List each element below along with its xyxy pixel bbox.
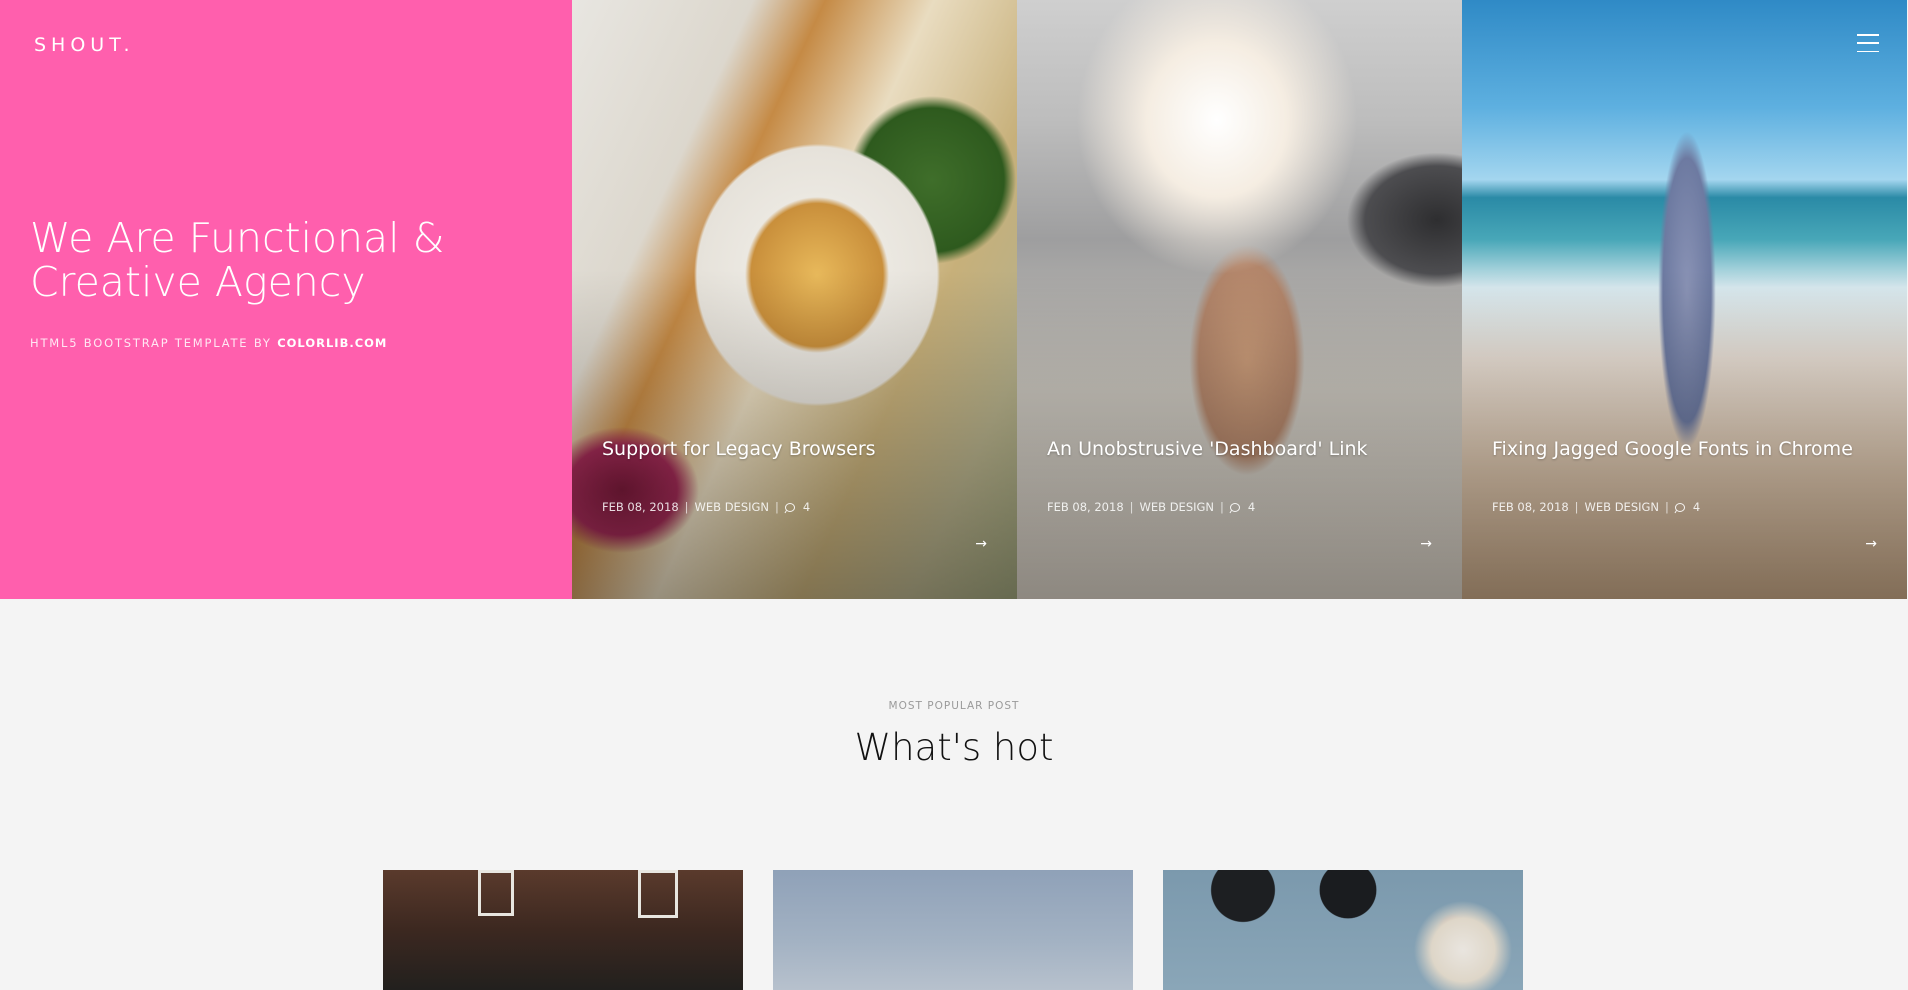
hero-subtitle-text: HTML5 BOOTSTRAP TEMPLATE BY (30, 336, 272, 350)
featured-post-card[interactable]: Fixing Jagged Google Fonts in Chrome FEB… (1462, 0, 1907, 599)
site-logo[interactable]: SHOUT. (34, 34, 135, 56)
meta-divider: | (684, 500, 689, 514)
section-eyebrow: MOST POPULAR POST (888, 700, 1020, 712)
meta-divider: | (1574, 500, 1579, 514)
post-title[interactable]: An Unobstrusive 'Dashboard' Link (1047, 438, 1447, 460)
hero-title: We Are Functional & Creative Agency (30, 214, 445, 306)
hamburger-line (1857, 42, 1879, 44)
post-date: FEB 08, 2018 (1492, 500, 1569, 514)
post-category-link[interactable]: WEB DESIGN (1140, 500, 1215, 514)
hero-section: SHOUT. We Are Functional & Creative Agen… (0, 0, 1908, 599)
post-meta: FEB 08, 2018 | WEB DESIGN | 4 (1047, 500, 1255, 514)
post-category-link[interactable]: WEB DESIGN (695, 500, 770, 514)
hero-subtitle: HTML5 BOOTSTRAP TEMPLATE BY COLORLIB.COM (30, 336, 387, 350)
hamburger-line (1857, 50, 1879, 52)
post-title[interactable]: Fixing Jagged Google Fonts in Chrome (1492, 438, 1892, 460)
post-title[interactable]: Support for Legacy Browsers (602, 438, 1002, 460)
hamburger-line (1857, 34, 1879, 36)
section-title: What's hot (854, 726, 1054, 769)
popular-post-image[interactable] (773, 870, 1133, 990)
hero-intro-panel: SHOUT. We Are Functional & Creative Agen… (0, 0, 572, 599)
colorlib-link[interactable]: COLORLIB.COM (277, 336, 387, 350)
comment-count: 4 (1247, 500, 1256, 514)
comment-icon (1229, 502, 1240, 512)
comment-count: 4 (1692, 500, 1701, 514)
meta-divider: | (1220, 500, 1224, 514)
featured-post-card[interactable]: Support for Legacy Browsers FEB 08, 2018… (572, 0, 1017, 599)
comment-count: 4 (802, 500, 811, 514)
meta-divider: | (1665, 500, 1669, 514)
arrow-right-icon[interactable]: → (1420, 536, 1432, 552)
post-date: FEB 08, 2018 (1047, 500, 1124, 514)
comment-icon (1674, 502, 1685, 512)
popular-post-image[interactable] (383, 870, 743, 990)
comment-icon (784, 502, 795, 512)
featured-post-card[interactable]: An Unobstrusive 'Dashboard' Link FEB 08,… (1017, 0, 1462, 599)
popular-posts-section: MOST POPULAR POST What's hot (0, 599, 1908, 990)
meta-divider: | (775, 500, 779, 514)
post-category-link[interactable]: WEB DESIGN (1585, 500, 1660, 514)
popular-post-image[interactable] (1163, 870, 1523, 990)
hamburger-icon[interactable] (1857, 34, 1879, 52)
arrow-right-icon[interactable]: → (1865, 536, 1877, 552)
post-meta: FEB 08, 2018 | WEB DESIGN | 4 (602, 500, 810, 514)
meta-divider: | (1129, 500, 1134, 514)
post-date: FEB 08, 2018 (602, 500, 679, 514)
post-meta: FEB 08, 2018 | WEB DESIGN | 4 (1492, 500, 1700, 514)
arrow-right-icon[interactable]: → (975, 536, 987, 552)
